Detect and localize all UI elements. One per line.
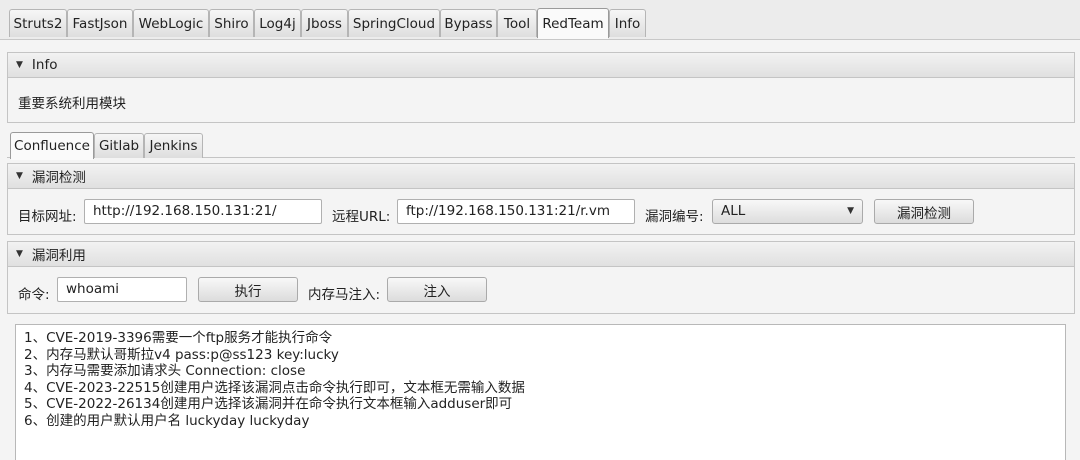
tab-redteam[interactable]: RedTeam [537,8,609,39]
tab-gitlab[interactable]: Gitlab [94,133,144,158]
output-line: 6、创建的用户默认用户名 luckyday luckyday [24,412,310,429]
cve-label: 漏洞编号: [645,209,704,225]
command-label: 命令: [18,287,50,303]
dropdown-arrow-icon: ▼ [847,206,854,216]
inject-button[interactable]: 注入 [387,277,487,302]
output-line: 1、CVE-2019-3396需要一个ftp服务才能执行命令 [24,330,333,346]
main-tab-bar: Struts2 FastJson WebLogic Shiro Log4j Jb… [0,0,1080,40]
output-line: 5、CVE-2022-26134创建用户选择该漏洞并在命令执行文本框输入addu… [24,396,513,413]
info-text: 重要系统利用模块 [18,96,126,112]
tab-struts2[interactable]: Struts2 [9,9,67,37]
collapse-arrow-icon: ▼ [16,60,23,70]
exploit-pane-title: 漏洞利用 [31,248,86,264]
exploit-pane-header[interactable]: ▼ 漏洞利用 [7,241,1075,267]
sub-tab-bar: Confluence Gitlab Jenkins [7,131,1075,160]
command-input[interactable]: whoami [57,277,187,302]
target-url-input[interactable]: http://192.168.150.131:21/ [84,199,322,224]
info-pane-body: 重要系统利用模块 [7,78,1075,123]
output-line: 2、内存马默认哥斯拉v4 pass:p@ss123 key:lucky [24,346,339,363]
tab-confluence[interactable]: Confluence [10,132,94,160]
tab-info[interactable]: Info [609,9,646,37]
info-pane-header[interactable]: ▼ Info [7,52,1075,78]
exploit-pane-body: 命令: whoami 执行 内存马注入: 注入 [7,267,1075,314]
tab-tool[interactable]: Tool [497,9,537,37]
detect-button[interactable]: 漏洞检测 [874,199,974,224]
detect-pane-body: 目标网址: http://192.168.150.131:21/ 远程URL: … [7,189,1075,235]
detect-pane-header[interactable]: ▼ 漏洞检测 [7,163,1075,189]
inject-label: 内存马注入: [308,287,381,303]
tab-springcloud[interactable]: SpringCloud [348,9,440,37]
tab-weblogic[interactable]: WebLogic [133,9,209,37]
tab-log4j[interactable]: Log4j [254,9,301,37]
info-pane-title: Info [31,57,58,73]
collapse-arrow-icon: ▼ [16,171,23,181]
tab-jboss[interactable]: Jboss [301,9,348,37]
output-textarea[interactable]: 1、CVE-2019-3396需要一个ftp服务才能执行命令 2、内存马默认哥斯… [15,324,1066,460]
detect-pane-title: 漏洞检测 [31,170,86,186]
cve-select-value: ALL [721,203,746,219]
remote-url-label: 远程URL: [332,209,391,225]
output-line: 3、内存马需要添加请求头 Connection: close [24,363,306,380]
tab-fastjson[interactable]: FastJson [67,9,133,37]
target-url-label: 目标网址: [18,209,77,225]
cve-select[interactable]: ALL ▼ [712,199,863,224]
collapse-arrow-icon: ▼ [16,249,23,259]
remote-url-input[interactable]: ftp://192.168.150.131:21/r.vm [397,199,635,224]
tab-shiro[interactable]: Shiro [209,9,254,37]
tab-bypass[interactable]: Bypass [440,9,497,37]
tab-jenkins[interactable]: Jenkins [144,133,203,158]
execute-button[interactable]: 执行 [198,277,298,302]
output-line: 4、CVE-2023-22515创建用户选择该漏洞点击命令执行即可，文本框无需输… [24,379,525,396]
